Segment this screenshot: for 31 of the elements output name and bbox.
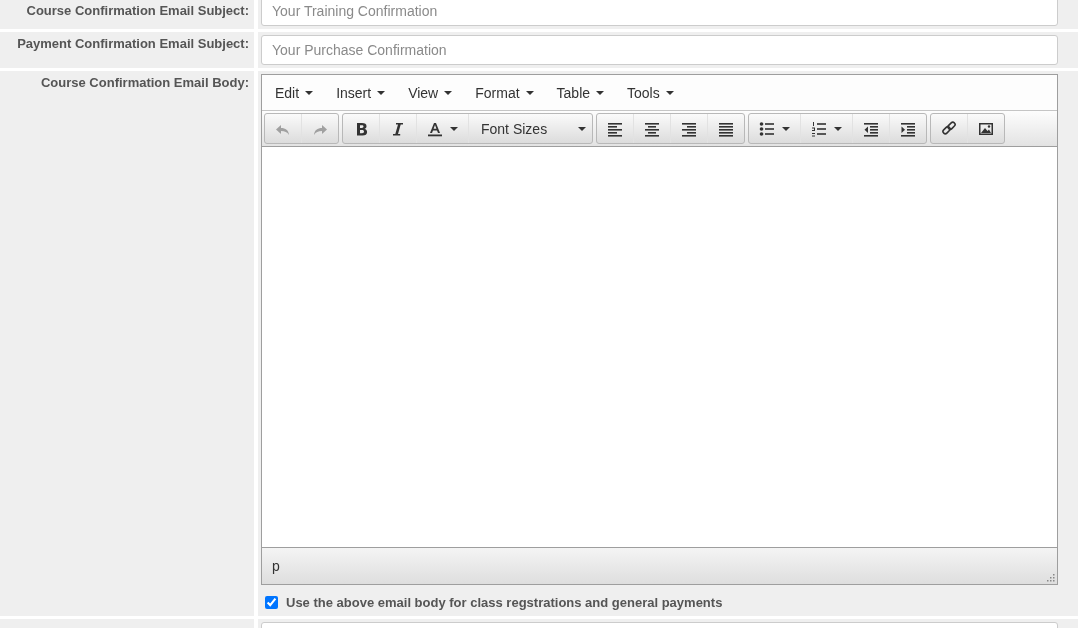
element-path[interactable]: p [272, 558, 280, 574]
bullet-list-icon [759, 120, 775, 137]
menu-item[interactable]: Tools [618, 77, 683, 108]
field-label: Payment Confirmation Email Subject: [17, 36, 249, 51]
image-icon [978, 120, 994, 137]
menu-item[interactable]: Format [466, 77, 543, 108]
menu-item[interactable]: Edit [266, 77, 323, 108]
justify-icon [718, 120, 734, 137]
outdent-icon [863, 120, 879, 137]
text-color-icon [427, 120, 443, 137]
indent-icon [900, 120, 916, 137]
menu-item[interactable]: View [399, 77, 462, 108]
align-center-icon [644, 120, 660, 137]
caret-icon [834, 126, 842, 131]
link-icon [941, 120, 957, 137]
caret-icon [450, 126, 458, 131]
font-size-dropdown[interactable]: Font Sizes [468, 114, 592, 143]
caret-icon [782, 126, 790, 131]
checkbox[interactable] [265, 596, 278, 609]
checkbox-label: Use the above email body for class regstrations and general payments [286, 595, 723, 610]
resize-handle-icon[interactable] [1045, 572, 1055, 582]
field-label: Course Confirmation Email Body: [40, 75, 249, 90]
align-left-icon [607, 120, 623, 137]
subject-field[interactable]: Your Training Confirmation [261, 0, 1058, 26]
field-label: Course Confirmation Email Subject: [26, 3, 249, 18]
menu-item[interactable]: Insert [327, 77, 395, 108]
italic-icon [390, 120, 406, 137]
numbered-list-icon [811, 120, 827, 137]
align-right-icon [681, 120, 697, 137]
subject-field[interactable]: Your Purchase Confirmation [261, 35, 1058, 65]
menu-item[interactable]: Table [547, 77, 614, 108]
